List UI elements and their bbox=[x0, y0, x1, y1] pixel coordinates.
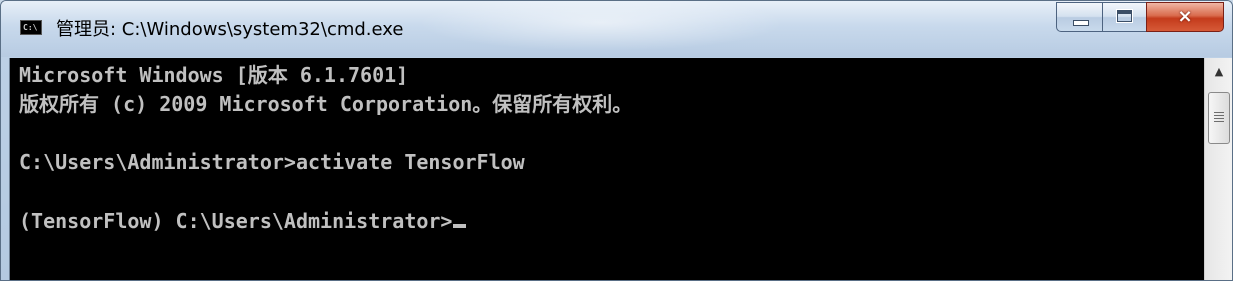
maximize-button[interactable] bbox=[1102, 2, 1146, 32]
console-line-version: Microsoft Windows [版本 6.1.7601] bbox=[19, 63, 409, 87]
text-cursor bbox=[453, 224, 467, 228]
console-line-prompt: (TensorFlow) C:\Users\Administrator> bbox=[19, 208, 467, 234]
grip-icon bbox=[1214, 112, 1224, 122]
cmd-icon[interactable]: C:\ bbox=[20, 20, 42, 35]
vertical-scrollbar[interactable]: ▲ bbox=[1204, 58, 1232, 280]
cmd-icon-label: C:\ bbox=[23, 23, 38, 32]
cmd-window: C:\ 管理员: C:\Windows\system32\cmd.exe × M… bbox=[0, 0, 1233, 281]
close-button[interactable]: × bbox=[1146, 2, 1224, 32]
scroll-thumb[interactable] bbox=[1208, 92, 1230, 144]
console-line-copyright: 版权所有 (c) 2009 Microsoft Corporation。保留所有… bbox=[19, 92, 633, 116]
window-title: 管理员: C:\Windows\system32\cmd.exe bbox=[56, 19, 404, 40]
console-line-activate-command: C:\Users\Administrator>activate TensorFl… bbox=[19, 150, 525, 174]
console-output[interactable]: Microsoft Windows [版本 6.1.7601] 版权所有 (c)… bbox=[9, 58, 1204, 280]
prompt-text: (TensorFlow) C:\Users\Administrator> bbox=[19, 209, 453, 233]
title-bar[interactable]: C:\ 管理员: C:\Windows\system32\cmd.exe × bbox=[1, 1, 1232, 57]
minimize-button[interactable] bbox=[1056, 2, 1102, 32]
chevron-up-icon[interactable]: ▲ bbox=[1205, 58, 1232, 86]
minimize-icon bbox=[1073, 20, 1089, 26]
close-icon: × bbox=[1177, 6, 1193, 27]
caption-buttons: × bbox=[1056, 2, 1224, 32]
maximize-icon bbox=[1116, 9, 1133, 23]
